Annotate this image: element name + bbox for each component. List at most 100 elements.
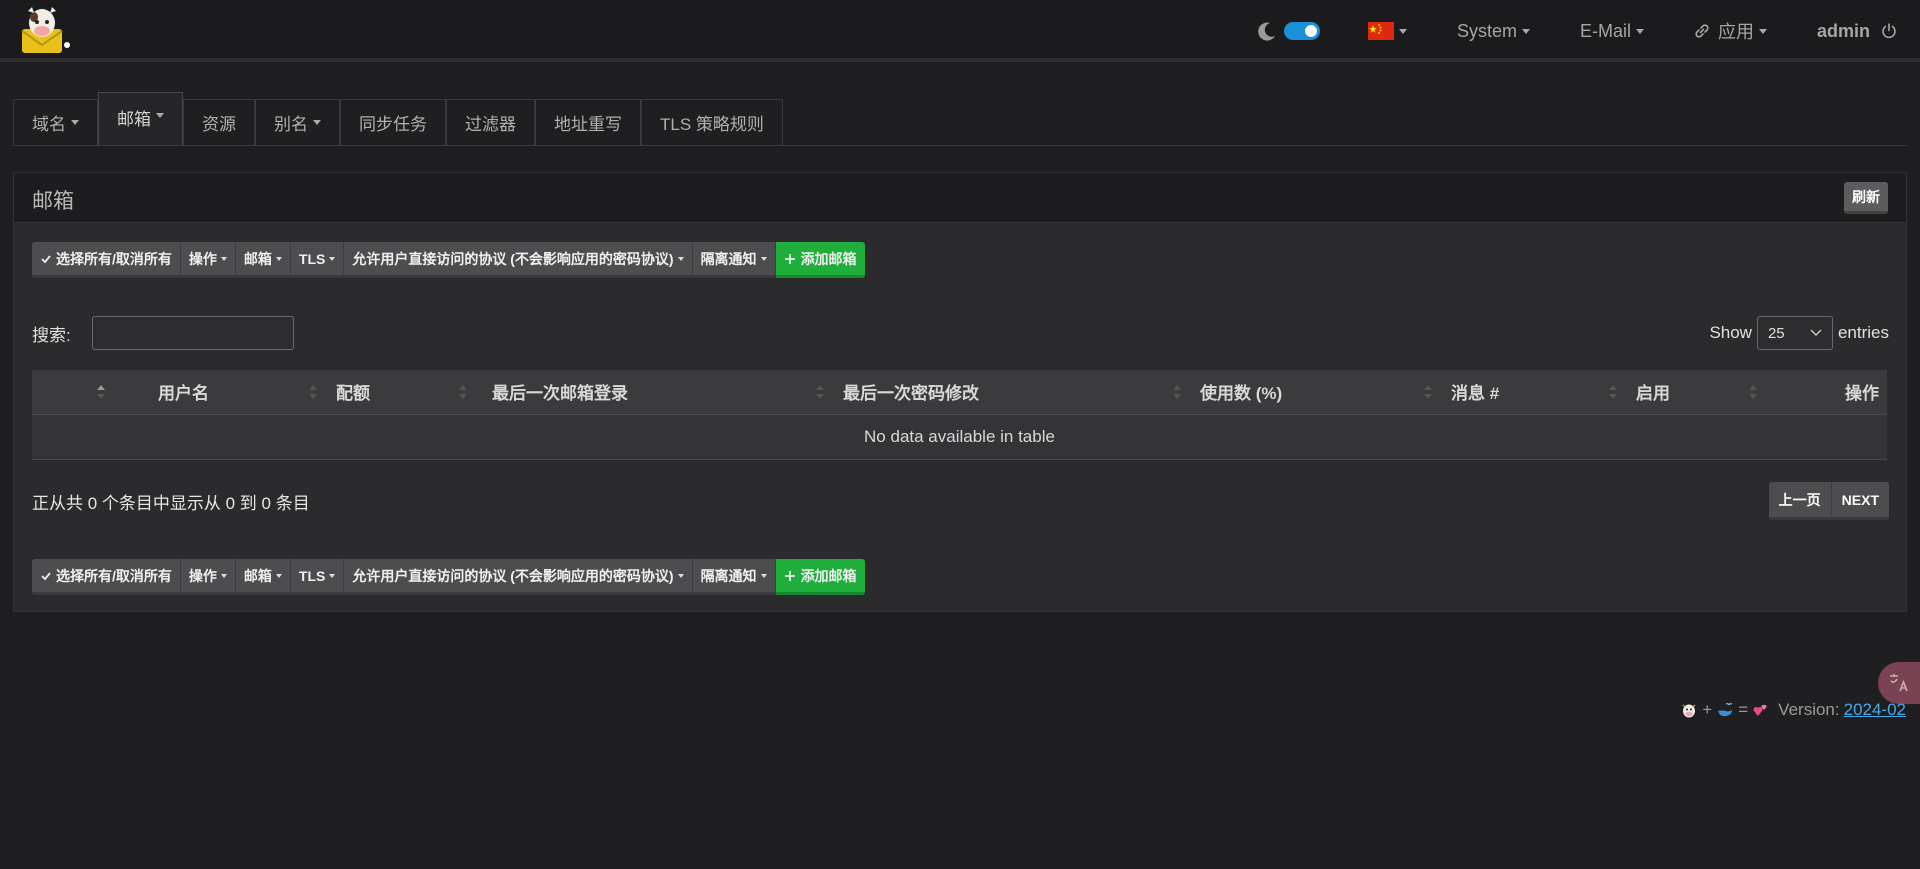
col-active-label: 启用 [1636,384,1670,404]
tab-domains[interactable]: 域名 [13,99,98,145]
tab-label: TLS 策略规则 [660,115,764,134]
col-last-login-label: 最后一次邮箱登录 [492,384,628,404]
col-last-login[interactable]: 最后一次邮箱登录 [478,370,835,414]
dark-mode-switch[interactable] [1283,22,1320,40]
chevron-down-icon [1810,329,1822,336]
entries-label: entries [1837,323,1889,342]
mailbox-dropdown[interactable]: 邮箱 [235,242,291,278]
sort-icon [459,385,467,399]
col-last-pw-change-label: 最后一次密码修改 [843,384,979,404]
chevron-down-icon [760,256,767,261]
user-name: admin [1816,20,1870,41]
prev-page-button[interactable]: 上一页 [1768,482,1832,520]
col-usage[interactable]: 使用数 (%) [1192,370,1443,414]
actions-dropdown[interactable]: 操作 [180,559,236,595]
quarantine-dropdown[interactable]: 隔离通知 [692,242,776,278]
quarantine-dropdown[interactable]: 隔离通知 [692,559,776,595]
footer-equals: = [1738,700,1749,719]
mailbox-label: 邮箱 [243,250,272,267]
translate-icon [1890,674,1908,692]
select-all-label: 选择所有/取消所有 [56,250,172,267]
col-active[interactable]: 启用 [1628,370,1768,414]
theme-toggle[interactable] [1256,20,1320,42]
hearts-icon [1753,704,1767,716]
col-quota-label: 配额 [336,384,370,404]
tab-sync-jobs[interactable]: 同步任务 [340,99,446,145]
tab-label: 过滤器 [465,115,516,134]
sort-asc-icon [97,385,105,399]
apps-menu-label: 应用 [1717,22,1754,42]
mailbox-table: 用户名 配额 最后一次邮箱登录 最后一次密码修改 使用数 (%) 消息 # 启用… [32,370,1887,460]
actions-dropdown[interactable]: 操作 [180,242,236,278]
table-header-row: 用户名 配额 最后一次邮箱登录 最后一次密码修改 使用数 (%) 消息 # 启用… [32,370,1887,414]
add-mailbox-button[interactable]: 添加邮箱 [775,559,865,595]
sort-icon [1609,385,1617,399]
version-label: Version: [1778,700,1840,719]
col-username[interactable]: 用户名 [116,370,328,414]
sort-icon [1424,385,1432,399]
chevron-down-icon [329,256,336,261]
tab-label: 同步任务 [359,115,427,134]
col-select[interactable] [32,370,116,414]
tab-mailboxes[interactable]: 邮箱 [98,92,183,145]
tls-label: TLS [298,567,326,584]
chevron-down-icon [1521,28,1530,34]
chevron-down-icon [1398,28,1407,34]
add-mailbox-button[interactable]: 添加邮箱 [775,242,865,278]
version-link[interactable]: 2024-02 [1844,700,1906,720]
tls-dropdown[interactable]: TLS [290,559,345,595]
search-input[interactable] [92,316,294,350]
refresh-button[interactable]: 刷新 [1844,182,1888,214]
plus-icon [784,253,795,264]
tab-aliases[interactable]: 别名 [255,99,340,145]
col-messages[interactable]: 消息 # [1443,370,1628,414]
chevron-down-icon [760,573,767,578]
tab-tls-policy[interactable]: TLS 策略规则 [641,99,783,145]
mailbox-dropdown[interactable]: 邮箱 [235,559,291,595]
link-icon [1695,24,1709,38]
col-usage-label: 使用数 (%) [1200,384,1283,404]
system-menu-label: System [1456,20,1517,41]
panel-title: 邮箱 [32,190,74,213]
actions-label: 操作 [188,567,217,584]
select-all-button[interactable]: 选择所有/取消所有 [32,559,181,595]
select-all-button[interactable]: 选择所有/取消所有 [32,242,181,278]
main-tabs: 域名 邮箱 资源 别名 同步任务 过滤器 地址重写 TLS 策略规则 [13,92,1907,146]
tls-dropdown[interactable]: TLS [290,242,345,278]
page-length-value: 25 [1767,324,1785,342]
power-icon[interactable] [1880,22,1898,40]
apps-menu[interactable]: 应用 [1694,18,1767,44]
tab-filters[interactable]: 过滤器 [446,99,535,145]
chevron-down-icon [275,573,282,578]
protocols-dropdown[interactable]: 允许用户直接访问的协议 (不会影响应用的密码协议) [344,559,693,595]
chevron-down-icon [71,120,79,125]
next-page-button[interactable]: NEXT [1831,482,1889,520]
show-label: Show [1709,323,1752,342]
quarantine-label: 隔离通知 [700,567,757,584]
chevron-down-icon [156,113,164,118]
table-info: 正从共 0 个条目中显示从 0 到 0 条目 [32,494,310,513]
user-menu[interactable]: admin [1817,21,1898,42]
tab-resources[interactable]: 资源 [183,99,255,145]
system-menu[interactable]: System [1457,21,1530,42]
mailbox-toolbar-bottom: 选择所有/取消所有 操作 邮箱 TLS 允许用户直接访问的协议 (不会影响应用的… [32,559,865,595]
mailcow-logo[interactable] [18,5,74,57]
email-menu[interactable]: E-Mail [1580,21,1644,42]
protocols-dropdown[interactable]: 允许用户直接访问的协议 (不会影响应用的密码协议) [344,242,693,278]
protocols-label: 允许用户直接访问的协议 (不会影响应用的密码协议) [352,567,674,584]
table-row: No data available in table [32,413,1887,460]
check-icon [41,571,51,580]
page-length-select[interactable]: 25 [1756,316,1833,350]
col-quota[interactable]: 配额 [328,370,478,414]
tab-label: 别名 [274,115,308,134]
footer: + = Version: 2024-02 [1676,700,1906,720]
panel-header: 邮箱 刷新 [14,173,1906,223]
add-mailbox-label: 添加邮箱 [800,250,857,267]
add-mailbox-label: 添加邮箱 [800,567,857,584]
col-last-pw-change[interactable]: 最后一次密码修改 [835,370,1192,414]
language-dropdown[interactable] [1367,22,1407,40]
tab-rewrites[interactable]: 地址重写 [535,99,641,145]
translate-button[interactable] [1878,662,1920,704]
actions-label: 操作 [188,250,217,267]
col-actions: 操作 [1768,370,1887,414]
